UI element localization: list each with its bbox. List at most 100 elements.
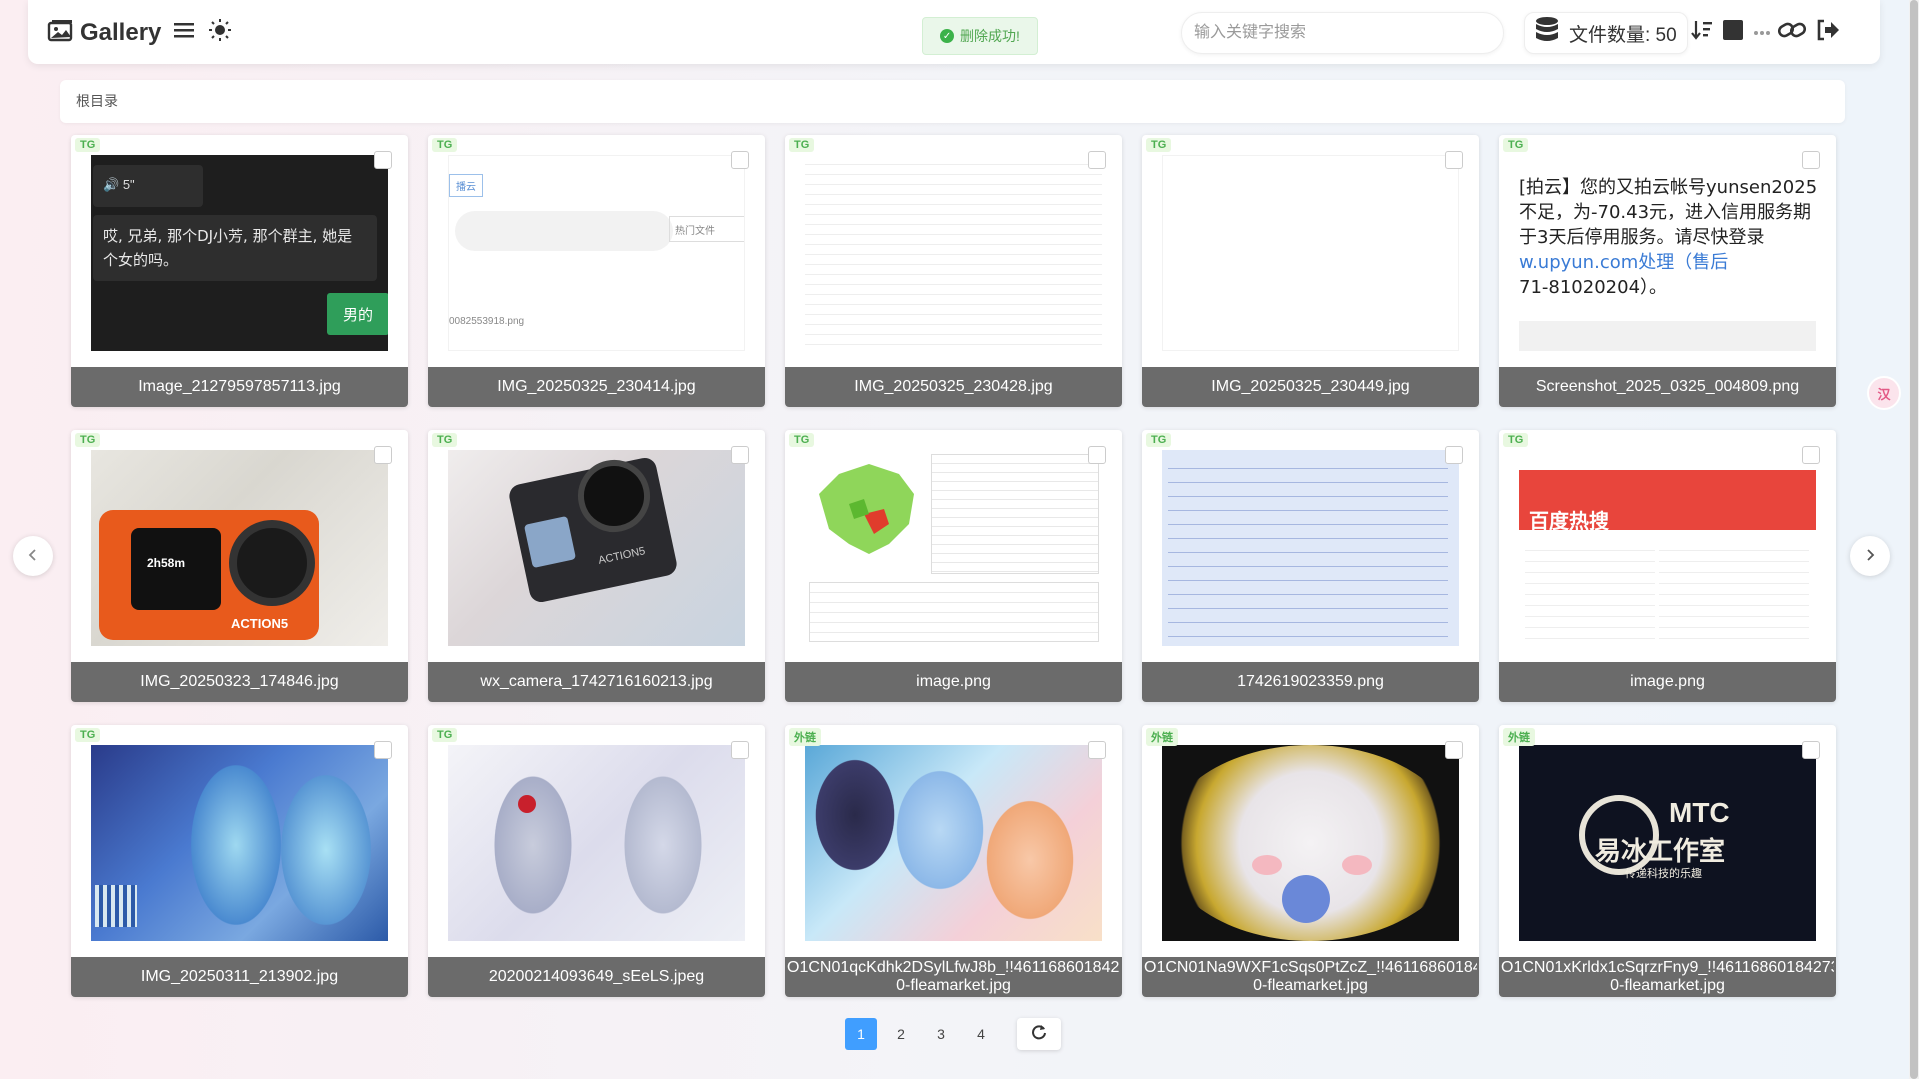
breadcrumb-root[interactable]: 根目录 — [76, 93, 118, 109]
app-logo[interactable]: Gallery — [46, 18, 161, 47]
page-button-3[interactable]: 3 — [925, 1018, 957, 1050]
source-tag: 外链 — [789, 728, 821, 746]
sun-icon — [209, 18, 231, 46]
source-tag: TG — [789, 433, 815, 447]
source-tag: TG — [1503, 433, 1529, 447]
logo-title: MTC — [1669, 797, 1730, 828]
file-card[interactable]: TG 百度热搜 image.png — [1499, 430, 1836, 702]
select-checkbox[interactable] — [374, 741, 392, 759]
file-card[interactable]: TG IMG_20250311_213902.jpg — [71, 725, 408, 997]
file-card[interactable]: TG image.png — [785, 430, 1122, 702]
file-name: wx_camera_1742716160213.jpg — [428, 662, 765, 702]
sort-button[interactable] — [1690, 20, 1714, 44]
file-name: O1CN01xKrldx1cSqrzrFny9_!!46116860184273… — [1499, 957, 1836, 997]
file-card[interactable]: TG [拍云】您的又拍云帐号yunsen2025 不足，为-70.43元，进入信… — [1499, 135, 1836, 407]
file-card[interactable]: TG ACTION5 wx_camera_1742716160213.jpg — [428, 430, 765, 702]
file-name: image.png — [1499, 662, 1836, 702]
source-tag: TG — [75, 433, 101, 447]
file-name: IMG_20250323_174846.jpg — [71, 662, 408, 702]
file-card[interactable]: 外链 O1CN01qcKdhk2DSylLfwJ8b_!!46116860184… — [785, 725, 1122, 997]
select-checkbox[interactable] — [1802, 151, 1820, 169]
scrollbar-thumb[interactable] — [1910, 0, 1918, 1079]
check-circle-icon: ✓ — [940, 29, 955, 43]
file-card[interactable]: TG 1742619023359.png — [1142, 430, 1479, 702]
ui-chip: 播云 — [449, 174, 483, 197]
file-card[interactable]: 外链 O1CN01Na9WXF1cSqs0PtZcZ_!!46116860184… — [1142, 725, 1479, 997]
database-icon — [1535, 17, 1559, 49]
voice-message: 🔊 5" — [93, 165, 203, 207]
file-count-label: 文件数量: 50 — [1569, 24, 1677, 46]
select-checkbox[interactable] — [731, 446, 749, 464]
page-button-2[interactable]: 2 — [885, 1018, 917, 1050]
thumbnail-image: MTC 易冰工作室 传递科技的乐趣 — [1519, 745, 1816, 941]
breadcrumb: 根目录 — [60, 80, 1845, 123]
file-card[interactable]: 外链 MTC 易冰工作室 传递科技的乐趣 O1CN01xKrldx1cSqrzr… — [1499, 725, 1836, 997]
select-checkbox[interactable] — [731, 741, 749, 759]
select-checkbox[interactable] — [731, 151, 749, 169]
file-name: Screenshot_2025_0325_004809.png — [1499, 367, 1836, 407]
more-icon — [1753, 23, 1771, 41]
gallery-icon — [46, 18, 74, 47]
thumbnail-image: ACTION5 — [448, 450, 745, 646]
thumbnail-image: 🔊 5" 哎, 兄弟, 那个DJ小芳, 那个群主, 她是个女的吗。 男的 — [91, 155, 388, 351]
file-count-badge: 文件数量: 50 — [1524, 12, 1688, 54]
file-card[interactable]: TG 播云 热门文件 0082553918.png IMG_20250325_2… — [428, 135, 765, 407]
translate-float-button[interactable]: 汉 — [1867, 376, 1901, 410]
thumbnail-image — [448, 745, 745, 941]
sort-icon — [1691, 19, 1713, 46]
file-card[interactable]: TG IMG_20250325_230449.jpg — [1142, 135, 1479, 407]
page-button-1[interactable]: 1 — [845, 1018, 877, 1050]
select-checkbox[interactable] — [1445, 151, 1463, 169]
select-checkbox[interactable] — [1802, 741, 1820, 759]
page-button-4[interactable]: 4 — [965, 1018, 997, 1050]
select-checkbox[interactable] — [374, 151, 392, 169]
chat-badge: 男的 — [327, 293, 388, 335]
select-checkbox[interactable] — [1445, 446, 1463, 464]
link-button[interactable] — [1777, 19, 1807, 46]
top-header: Gallery ✓ 删除成功! 文件数量: 50 — [28, 0, 1880, 64]
theme-toggle-button[interactable] — [208, 18, 232, 46]
refresh-button[interactable] — [1017, 1018, 1061, 1050]
select-checkbox[interactable] — [1445, 741, 1463, 759]
toast-message: 删除成功! — [960, 28, 1020, 44]
file-card[interactable]: TG 20200214093649_sEeLS.jpeg — [428, 725, 765, 997]
thumbnail-image: 2h58m ACTION5 — [91, 450, 388, 646]
camera-brand: ACTION5 — [231, 616, 289, 631]
source-tag: TG — [789, 138, 815, 152]
select-checkbox[interactable] — [1802, 446, 1820, 464]
select-checkbox[interactable] — [1088, 741, 1106, 759]
refresh-icon — [1031, 1024, 1047, 1045]
prev-page-arrow[interactable] — [13, 536, 53, 576]
select-all-icon — [1723, 19, 1743, 45]
chat-text: 哎, 兄弟, 那个DJ小芳, 那个群主, 她是个女的吗。 — [93, 215, 377, 281]
file-card[interactable]: TG 🔊 5" 哎, 兄弟, 那个DJ小芳, 那个群主, 她是个女的吗。 男的 … — [71, 135, 408, 407]
file-name: O1CN01Na9WXF1cSqs0PtZcZ_!!46116860184273… — [1142, 957, 1479, 997]
file-card[interactable]: TG 2h58m ACTION5 IMG_20250323_174846.jpg — [71, 430, 408, 702]
sms-text: [拍云】您的又拍云帐号yunsen2025 不足，为-70.43元，进入信用服务… — [1519, 177, 1816, 298]
chevron-left-icon — [27, 546, 39, 567]
select-checkbox[interactable] — [1088, 446, 1106, 464]
source-tag: 外链 — [1146, 728, 1178, 746]
file-name: IMG_20250325_230449.jpg — [1142, 367, 1479, 407]
source-tag: 外链 — [1503, 728, 1535, 746]
thumbnail-image: 播云 热门文件 0082553918.png — [448, 155, 745, 351]
thumbnail-image: 百度热搜 — [1519, 450, 1816, 646]
select-checkbox[interactable] — [374, 446, 392, 464]
logo-chinese: 易冰工作室 — [1595, 837, 1726, 867]
select-all-button[interactable] — [1721, 19, 1745, 45]
source-tag: TG — [75, 728, 101, 742]
logout-button[interactable] — [1816, 19, 1840, 46]
next-page-arrow[interactable] — [1850, 536, 1890, 576]
link-icon — [1777, 19, 1807, 46]
source-tag: TG — [432, 433, 458, 447]
file-card[interactable]: TG IMG_20250325_230428.jpg — [785, 135, 1122, 407]
source-tag: TG — [1146, 138, 1172, 152]
chevron-right-icon — [1864, 546, 1876, 567]
logout-icon — [1816, 19, 1840, 46]
search-input[interactable] — [1181, 12, 1504, 54]
menu-button[interactable] — [172, 20, 196, 44]
ui-filename: 0082553918.png — [449, 316, 525, 327]
more-button[interactable] — [1750, 20, 1774, 44]
select-checkbox[interactable] — [1088, 151, 1106, 169]
ui-blurred-bar — [455, 211, 673, 251]
